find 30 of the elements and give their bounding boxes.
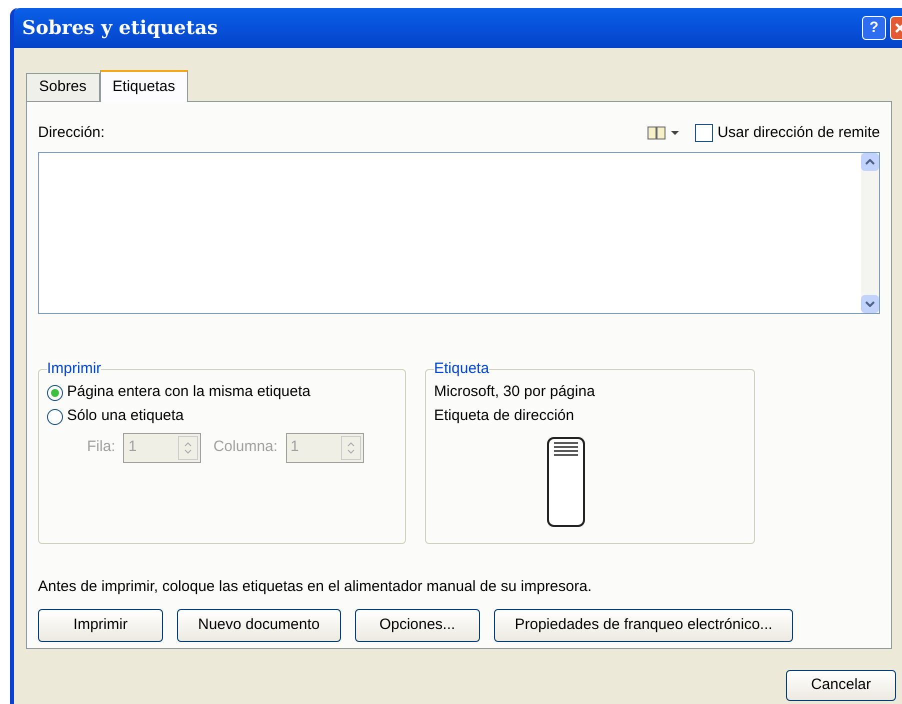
field-label: Fila: [87, 437, 116, 458]
action-button[interactable]: Imprimir [38, 608, 163, 642]
checkbox-label: Usar dirección de remite [717, 122, 880, 143]
action-button[interactable]: Propiedades de franqueo electrónico... [494, 608, 794, 642]
window-title: Sobres y etiquetas [22, 16, 219, 41]
action-button[interactable]: Opciones... [354, 608, 480, 642]
radio-label: Página entera con la misma etiqueta [67, 382, 310, 402]
dropdown-arrow-icon[interactable] [671, 130, 680, 136]
address-book-icon[interactable] [647, 125, 668, 141]
help-button[interactable]: ? [862, 16, 886, 40]
address-label: Dirección: [38, 122, 106, 143]
scroll-up-icon[interactable] [861, 153, 879, 171]
tab[interactable]: Sobres [26, 73, 100, 101]
radio-button[interactable] [47, 408, 63, 424]
label-preview-icon [547, 436, 585, 526]
cancel-button[interactable]: Cancelar [786, 670, 896, 701]
scrollbar[interactable] [861, 153, 879, 313]
group-title: Etiqueta [434, 359, 490, 379]
label-info: Microsoft, 30 por página [434, 382, 596, 402]
scroll-down-icon[interactable] [861, 295, 879, 313]
label-info: Etiqueta de dirección [434, 406, 576, 426]
action-button[interactable]: Nuevo documento [177, 608, 341, 642]
field-label: Columna: [213, 437, 278, 458]
address-field[interactable] [38, 152, 880, 314]
radio-button[interactable] [47, 384, 63, 400]
note-text: Antes de imprimir, coloque las etiquetas en el alimentador manual de su impresora. [38, 577, 593, 597]
radio-label: Sólo una etiqueta [67, 406, 184, 426]
group-title: Imprimir [47, 359, 102, 379]
checkbox[interactable] [695, 124, 714, 142]
tab[interactable]: Etiquetas [100, 70, 188, 102]
